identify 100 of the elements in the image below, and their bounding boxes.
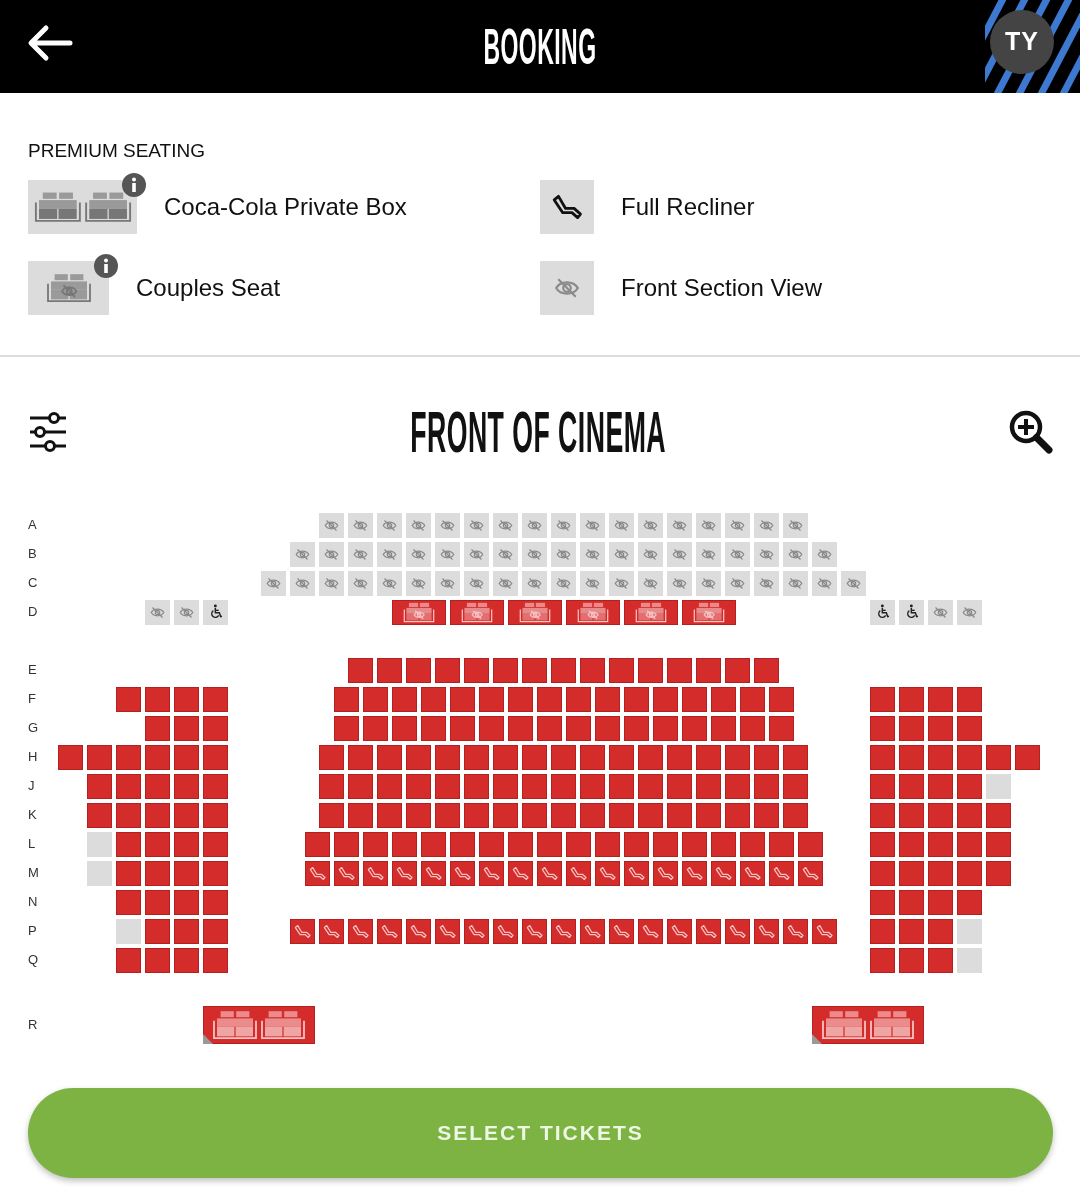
- seat[interactable]: [493, 512, 518, 538]
- seat[interactable]: [377, 773, 402, 799]
- recliner-seat[interactable]: [725, 918, 750, 944]
- seat[interactable]: [464, 570, 489, 596]
- seat[interactable]: [145, 918, 170, 944]
- seat[interactable]: [145, 947, 170, 973]
- seat[interactable]: [261, 570, 286, 596]
- seat[interactable]: [812, 570, 837, 596]
- seat[interactable]: [899, 715, 924, 741]
- seat[interactable]: [870, 831, 895, 857]
- seat[interactable]: [696, 744, 721, 770]
- recliner-seat[interactable]: [754, 918, 779, 944]
- seat[interactable]: [754, 657, 779, 683]
- seat[interactable]: [928, 831, 953, 857]
- seat[interactable]: [623, 831, 649, 857]
- seat[interactable]: [928, 686, 953, 712]
- seat[interactable]: [739, 831, 765, 857]
- seat[interactable]: [667, 512, 692, 538]
- seat[interactable]: [899, 744, 924, 770]
- seat[interactable]: [710, 686, 736, 712]
- seat[interactable]: [464, 773, 489, 799]
- seat[interactable]: [957, 686, 982, 712]
- seat[interactable]: [116, 802, 141, 828]
- seat[interactable]: [348, 570, 373, 596]
- seat[interactable]: [667, 570, 692, 596]
- seat[interactable]: [609, 541, 634, 567]
- recliner-seat[interactable]: [391, 860, 417, 886]
- seat[interactable]: [739, 715, 765, 741]
- seat[interactable]: [116, 831, 141, 857]
- seat[interactable]: [406, 744, 431, 770]
- recliner-seat[interactable]: [580, 918, 605, 944]
- seat[interactable]: [580, 802, 605, 828]
- seat[interactable]: [986, 831, 1011, 857]
- seat[interactable]: [899, 802, 924, 828]
- seat[interactable]: [145, 744, 170, 770]
- recliner-seat[interactable]: [348, 918, 373, 944]
- recliner-seat[interactable]: [493, 918, 518, 944]
- seat[interactable]: [681, 715, 707, 741]
- seat[interactable]: [870, 802, 895, 828]
- seat[interactable]: [652, 831, 678, 857]
- recliner-seat[interactable]: [435, 918, 460, 944]
- seat[interactable]: [377, 541, 402, 567]
- seat[interactable]: [580, 541, 605, 567]
- seat[interactable]: [478, 715, 504, 741]
- seat[interactable]: [928, 947, 953, 973]
- seat[interactable]: [406, 802, 431, 828]
- seat[interactable]: [638, 744, 663, 770]
- recliner-seat[interactable]: [652, 860, 678, 886]
- seat[interactable]: [870, 918, 895, 944]
- seat[interactable]: [522, 541, 547, 567]
- user-avatar[interactable]: TY: [990, 10, 1054, 74]
- seat[interactable]: [551, 744, 576, 770]
- seat[interactable]: [957, 831, 982, 857]
- info-icon[interactable]: [122, 172, 146, 197]
- seat[interactable]: [739, 686, 765, 712]
- seat[interactable]: [783, 744, 808, 770]
- seat[interactable]: [696, 802, 721, 828]
- seat[interactable]: [986, 802, 1011, 828]
- seat[interactable]: [348, 512, 373, 538]
- seat[interactable]: [696, 657, 721, 683]
- seat[interactable]: [493, 773, 518, 799]
- seat[interactable]: [174, 947, 199, 973]
- recliner-seat[interactable]: [609, 918, 634, 944]
- seat[interactable]: [290, 570, 315, 596]
- seat[interactable]: [565, 686, 591, 712]
- seat[interactable]: [522, 744, 547, 770]
- seat[interactable]: [725, 773, 750, 799]
- zoom-in-button[interactable]: [1008, 408, 1054, 455]
- seat[interactable]: [377, 570, 402, 596]
- seat[interactable]: [580, 570, 605, 596]
- seat[interactable]: [754, 744, 779, 770]
- seat[interactable]: [594, 686, 620, 712]
- seat[interactable]: [377, 744, 402, 770]
- seat[interactable]: [174, 889, 199, 915]
- seat[interactable]: [203, 802, 228, 828]
- seat[interactable]: [638, 512, 663, 538]
- seat[interactable]: [812, 541, 837, 567]
- recliner-seat[interactable]: [768, 860, 794, 886]
- seat[interactable]: [667, 657, 692, 683]
- seat[interactable]: [565, 831, 591, 857]
- seat[interactable]: [174, 918, 199, 944]
- seat[interactable]: [420, 686, 446, 712]
- seat[interactable]: [797, 831, 823, 857]
- seat[interactable]: [783, 773, 808, 799]
- seat[interactable]: [652, 715, 678, 741]
- seat[interactable]: [319, 541, 344, 567]
- recliner-seat[interactable]: [783, 918, 808, 944]
- back-button[interactable]: [26, 23, 74, 63]
- seat[interactable]: [464, 802, 489, 828]
- seat[interactable]: [493, 802, 518, 828]
- seat[interactable]: [783, 541, 808, 567]
- seat[interactable]: [319, 802, 344, 828]
- seat[interactable]: [522, 570, 547, 596]
- recliner-seat[interactable]: [362, 860, 388, 886]
- seat[interactable]: [333, 686, 359, 712]
- seat[interactable]: [87, 773, 112, 799]
- seat[interactable]: [536, 686, 562, 712]
- seat[interactable]: [725, 657, 750, 683]
- seat[interactable]: [435, 541, 460, 567]
- seat[interactable]: [870, 773, 895, 799]
